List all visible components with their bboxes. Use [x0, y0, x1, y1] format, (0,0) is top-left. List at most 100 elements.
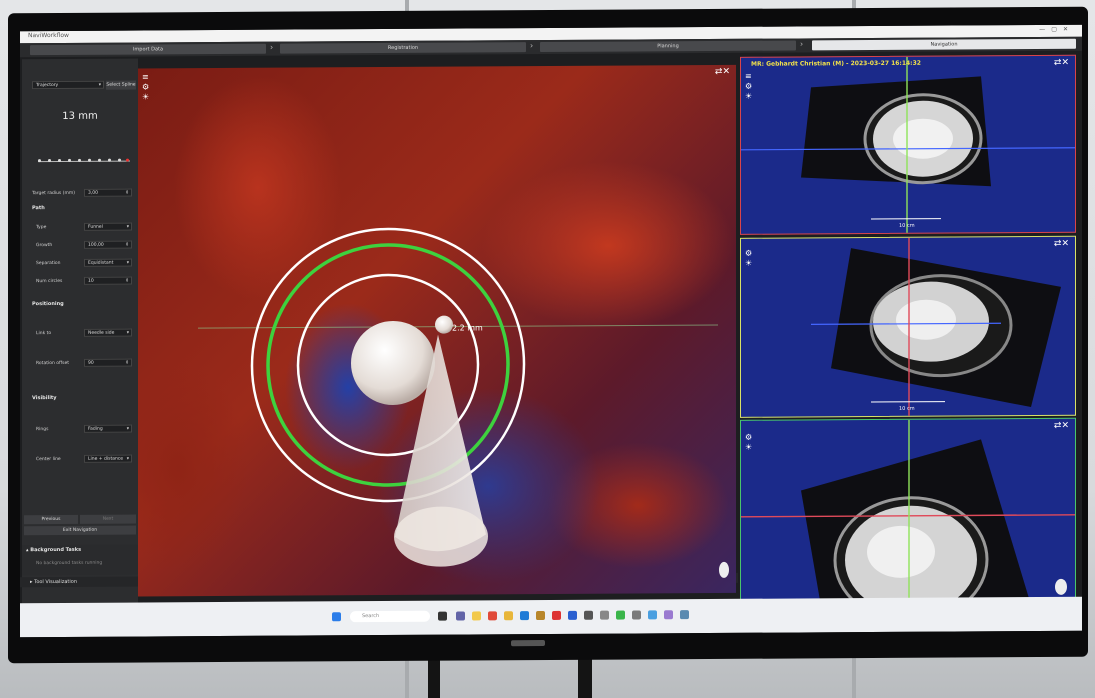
- sun-icon[interactable]: ☀: [745, 259, 752, 269]
- background-tasks-status: No background tasks running: [36, 560, 103, 567]
- sun-icon[interactable]: ☀: [745, 92, 752, 102]
- rings-dropdown[interactable]: Fading ▾: [84, 424, 132, 433]
- app-icon[interactable]: [664, 610, 673, 620]
- step-planning[interactable]: Planning: [540, 40, 796, 53]
- stepper-icon: ⇕: [125, 190, 129, 196]
- chevron-right-icon: ›: [800, 39, 804, 49]
- chevron-down-icon: ▾: [126, 224, 129, 230]
- stepper-icon: ⇕: [125, 278, 129, 284]
- swap-maximize-icon[interactable]: ⇄✕: [1054, 58, 1069, 68]
- taskbar-search[interactable]: Search: [350, 610, 430, 623]
- link-to-label: Link to: [36, 331, 52, 337]
- path-header: Path: [32, 205, 45, 212]
- teams-icon[interactable]: [456, 611, 465, 621]
- coronal-slice-view[interactable]: ⚙ ☀ ⇄✕: [740, 417, 1076, 606]
- app-icon[interactable]: [552, 610, 561, 620]
- menu-icon[interactable]: ≡: [142, 72, 149, 82]
- next-button[interactable]: Next: [80, 514, 136, 524]
- growth-input[interactable]: 100,00 ⇕: [84, 240, 132, 249]
- swap-maximize-icon[interactable]: ⇄✕: [715, 67, 730, 77]
- separation-value: Equidistant: [88, 260, 114, 266]
- sagittal-slice-image: [811, 237, 1061, 418]
- separation-dropdown[interactable]: Equidistant ▾: [84, 258, 132, 267]
- app-icon[interactable]: [600, 610, 609, 620]
- type-dropdown[interactable]: Funnel ▾: [84, 222, 132, 231]
- app-icon[interactable]: [536, 611, 545, 621]
- background-tasks-panel: ▴ Background Tasks No background tasks r…: [22, 544, 138, 576]
- chevron-down-icon: ▾: [98, 82, 101, 88]
- orientation-head-icon: [1055, 578, 1067, 595]
- spline-slider[interactable]: [38, 158, 130, 163]
- app-icon[interactable]: [568, 610, 577, 620]
- distance-readout: 13 mm: [62, 110, 98, 122]
- link-to-value: Needle side: [88, 330, 115, 336]
- tip-distance-label: 2.2 mm: [452, 323, 483, 332]
- swap-maximize-icon[interactable]: ⇄✕: [1054, 421, 1069, 431]
- type-value: Funnel: [88, 224, 103, 230]
- scale-label: 10 cm: [899, 222, 915, 229]
- windows-start-icon[interactable]: [332, 612, 341, 622]
- sagittal-slice-view[interactable]: 10 cm ⚙ ☀ ⇄✕: [740, 235, 1076, 418]
- app-icon[interactable]: [584, 610, 593, 620]
- select-spline-button[interactable]: Select Spline: [106, 80, 136, 90]
- slider-point[interactable]: [108, 158, 111, 162]
- chevron-down-icon: ▾: [126, 426, 129, 432]
- app-icon[interactable]: [616, 610, 625, 620]
- white-matter: [893, 118, 953, 159]
- app-icon[interactable]: [632, 610, 641, 620]
- mode-dropdown-value: Trajectory: [36, 82, 59, 89]
- app-icon[interactable]: [488, 611, 497, 621]
- gear-icon[interactable]: ⚙: [745, 249, 752, 259]
- target-radius-input[interactable]: 3,00 ⇕: [84, 188, 132, 197]
- 3d-view[interactable]: 2.2 mm ≡ ⚙ ☀ ⇄✕: [138, 64, 736, 597]
- gear-icon[interactable]: ⚙: [142, 82, 149, 92]
- white-matter: [867, 525, 935, 578]
- num-circles-value: 10: [88, 278, 94, 284]
- slider-point[interactable]: [88, 158, 91, 162]
- chrome-icon[interactable]: [504, 611, 513, 621]
- mode-dropdown[interactable]: Trajectory ▾: [32, 80, 104, 90]
- background-tasks-title: Background Tasks: [30, 546, 82, 554]
- window-controls[interactable]: —▢✕: [1039, 26, 1074, 33]
- step-registration[interactable]: Registration: [280, 42, 526, 54]
- chevron-down-icon: ▾: [126, 456, 129, 462]
- slider-point[interactable]: [38, 159, 41, 163]
- chevron-right-icon: ›: [530, 41, 534, 51]
- rotation-offset-input[interactable]: 90 ⇕: [84, 358, 132, 367]
- slider-point[interactable]: [48, 159, 51, 163]
- rotation-offset-label: Rotation offset: [36, 360, 69, 367]
- rings-label: Rings: [36, 427, 49, 433]
- slider-point[interactable]: [58, 158, 61, 162]
- sun-icon[interactable]: ☀: [745, 443, 752, 453]
- swap-maximize-icon[interactable]: ⇄✕: [1054, 239, 1069, 249]
- exit-navigation-button[interactable]: Exit Navigation: [24, 525, 136, 536]
- center-line-dropdown[interactable]: Line + distance ▾: [84, 454, 132, 463]
- taskbar-search-placeholder: Search: [362, 613, 380, 620]
- slider-point[interactable]: [68, 158, 71, 162]
- separation-label: Separation: [36, 260, 61, 267]
- type-label: Type: [36, 225, 47, 231]
- sun-icon[interactable]: ☀: [142, 92, 149, 102]
- slider-point[interactable]: [98, 158, 101, 162]
- gear-icon[interactable]: ⚙: [745, 82, 752, 92]
- gear-icon[interactable]: ⚙: [745, 433, 752, 443]
- slider-handle[interactable]: [126, 158, 129, 162]
- app-icon[interactable]: [520, 611, 529, 621]
- menu-icon[interactable]: ≡: [745, 72, 752, 82]
- step-navigation[interactable]: Navigation: [812, 38, 1076, 51]
- app-icon[interactable]: [648, 610, 657, 620]
- slider-point[interactable]: [78, 158, 81, 162]
- num-circles-input[interactable]: 10 ⇕: [84, 276, 132, 285]
- step-import-data[interactable]: Import Data: [30, 43, 266, 56]
- link-to-dropdown[interactable]: Needle side ▾: [84, 328, 132, 337]
- app-icon[interactable]: [680, 610, 689, 620]
- view-tools: ≡ ⚙ ☀: [142, 72, 149, 102]
- file-explorer-icon[interactable]: [472, 611, 481, 621]
- stepper-icon: ⇕: [125, 242, 129, 248]
- slider-point[interactable]: [118, 158, 121, 162]
- axial-slice-view[interactable]: MR: Gebhardt Christian (M) - 2023-03-27 …: [740, 54, 1076, 235]
- orientation-head-icon: [719, 561, 729, 578]
- task-view-icon[interactable]: [438, 611, 447, 621]
- previous-button[interactable]: Previous: [24, 514, 78, 525]
- growth-label: Growth: [36, 243, 53, 249]
